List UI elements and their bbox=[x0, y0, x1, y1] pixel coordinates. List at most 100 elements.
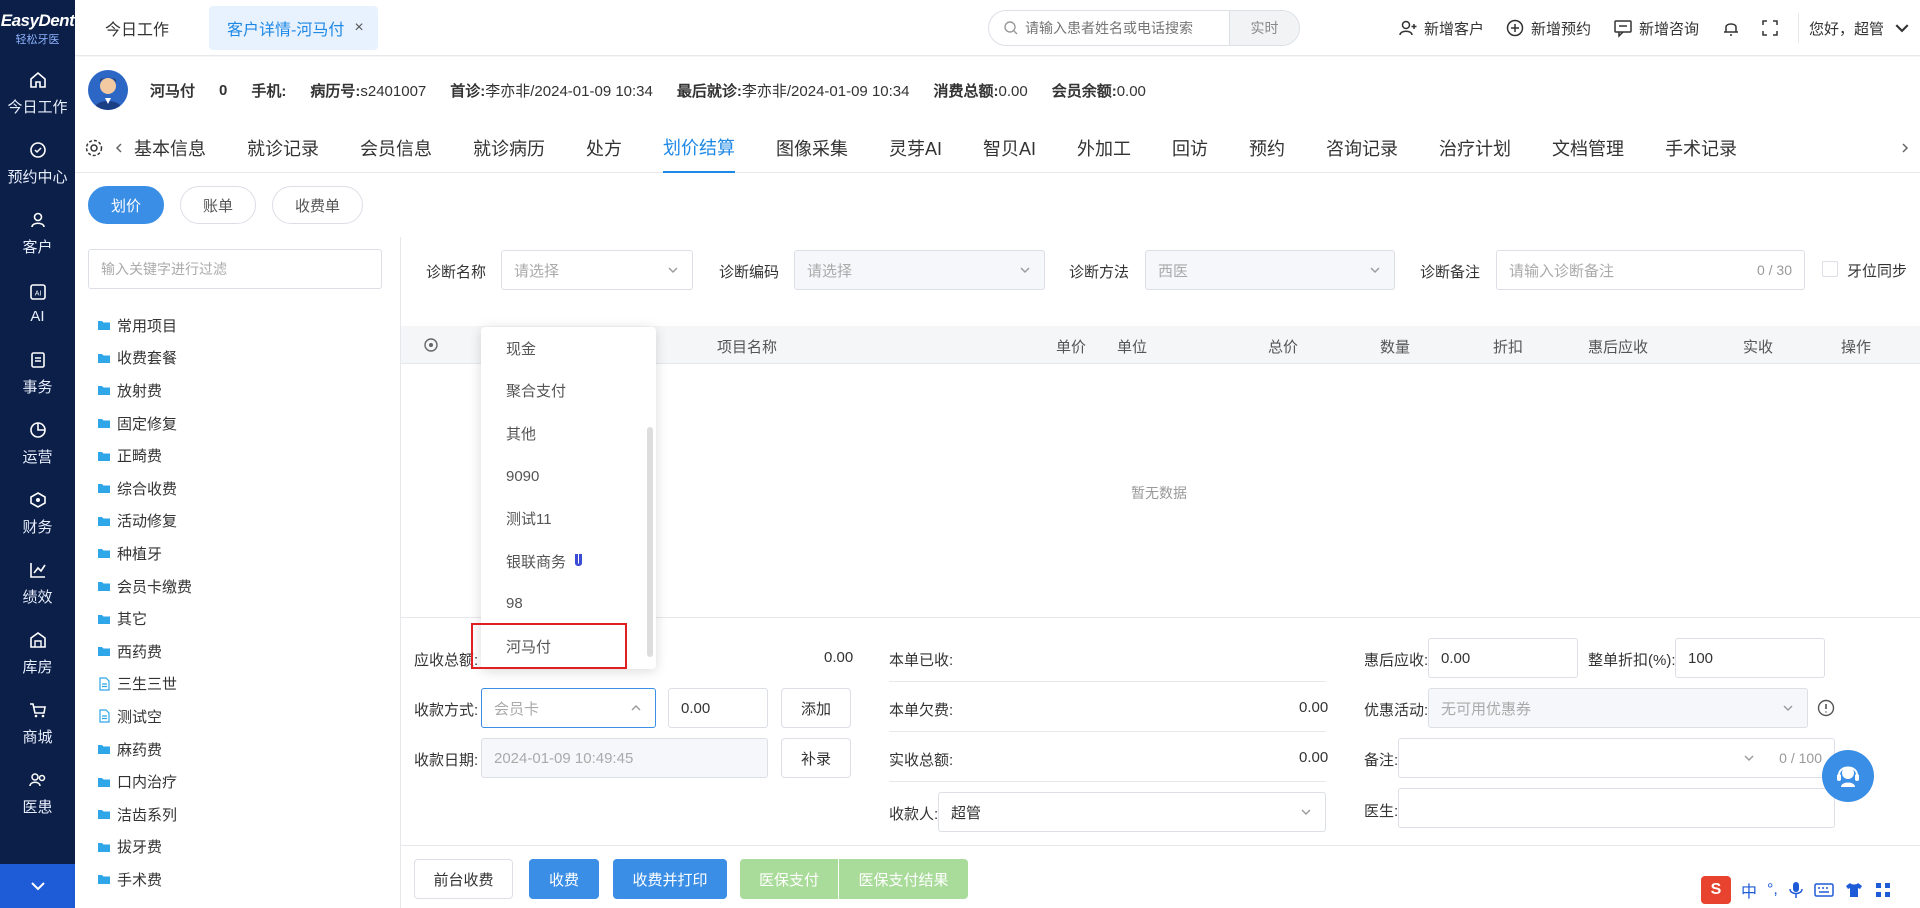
dropdown-option[interactable]: 聚合支付 bbox=[481, 370, 656, 413]
front-desk-charge-button[interactable]: 前台收费 bbox=[414, 859, 513, 899]
search-mode-button[interactable]: 实时 bbox=[1229, 11, 1299, 45]
nav-warehouse[interactable]: 库房 bbox=[0, 618, 75, 688]
diagnosis-remark-input[interactable]: 请输入诊断备注 0 / 30 bbox=[1496, 250, 1805, 290]
chevron-right-icon[interactable] bbox=[1898, 141, 1912, 155]
subtab-receipt[interactable]: 收费单 bbox=[272, 186, 364, 224]
module-tab[interactable]: 划价结算 bbox=[663, 123, 735, 173]
skin-icon[interactable] bbox=[1844, 881, 1864, 899]
module-tab[interactable]: 就诊记录 bbox=[247, 123, 319, 173]
nav-performance[interactable]: 绩效 bbox=[0, 548, 75, 618]
module-tab[interactable]: 回访 bbox=[1172, 123, 1208, 173]
gear-icon[interactable] bbox=[84, 138, 104, 158]
discount-input[interactable]: 100 bbox=[1675, 638, 1825, 678]
category-item[interactable]: 常用项目 bbox=[75, 309, 400, 342]
category-item[interactable]: 收费套餐 bbox=[75, 342, 400, 375]
category-item[interactable]: 放射费 bbox=[75, 374, 400, 407]
pay-amount-input[interactable]: 0.00 bbox=[668, 688, 768, 728]
tab-today-work[interactable]: 今日工作 bbox=[75, 0, 199, 56]
nav-doctor-patient[interactable]: 医患 bbox=[0, 758, 75, 828]
nav-operations[interactable]: 运营 bbox=[0, 408, 75, 478]
promo-select[interactable]: 无可用优惠券 bbox=[1428, 688, 1808, 728]
category-item[interactable]: 会员卡缴费 bbox=[75, 570, 400, 603]
category-item[interactable]: 测试空 bbox=[75, 700, 400, 733]
module-tab[interactable]: 处方 bbox=[586, 123, 622, 173]
category-item[interactable]: 其它 bbox=[75, 602, 400, 635]
ime-chinese-mode[interactable]: 中 bbox=[1741, 878, 1757, 902]
module-tab[interactable]: 灵芽AI bbox=[889, 123, 942, 173]
dropdown-option[interactable]: 其他 bbox=[481, 412, 656, 455]
microphone-icon[interactable] bbox=[1788, 881, 1804, 899]
new-consult-button[interactable]: 新增咨询 bbox=[1613, 0, 1699, 56]
diagnosis-code-select[interactable]: 请选择 bbox=[794, 250, 1045, 290]
category-item[interactable]: 西药费 bbox=[75, 635, 400, 668]
category-filter-input[interactable]: 输入关键字进行过滤 bbox=[88, 249, 382, 289]
add-payment-button[interactable]: 添加 bbox=[781, 688, 851, 728]
search-input[interactable] bbox=[1019, 20, 1229, 36]
nav-collapse-button[interactable] bbox=[0, 864, 75, 908]
keyboard-icon[interactable] bbox=[1814, 882, 1834, 898]
module-tab[interactable]: 图像采集 bbox=[776, 123, 848, 173]
category-item[interactable]: 口内治疗 bbox=[75, 765, 400, 798]
module-tab[interactable]: 智贝AI bbox=[983, 123, 1036, 173]
category-item[interactable]: 三生三世 bbox=[75, 668, 400, 701]
diagnosis-method-select[interactable]: 西医 bbox=[1145, 250, 1395, 290]
tooth-sync-checkbox[interactable] bbox=[1822, 261, 1838, 277]
dropdown-option[interactable]: 测试11 bbox=[481, 497, 656, 540]
module-tab[interactable]: 治疗计划 bbox=[1439, 123, 1511, 173]
nav-affairs[interactable]: 事务 bbox=[0, 338, 75, 408]
dropdown-option[interactable]: 银联商务 bbox=[481, 540, 656, 583]
module-tab[interactable]: 预约 bbox=[1249, 123, 1285, 173]
module-tab[interactable]: 外加工 bbox=[1077, 123, 1131, 173]
diagnosis-name-select[interactable]: 请选择 bbox=[501, 250, 693, 290]
nav-customer[interactable]: 客户 bbox=[0, 198, 75, 268]
insurance-pay-button[interactable]: 医保支付 bbox=[740, 859, 838, 899]
new-customer-button[interactable]: 新增客户 bbox=[1398, 0, 1484, 56]
module-tab[interactable]: 会员信息 bbox=[360, 123, 432, 173]
dropdown-scrollbar[interactable] bbox=[647, 427, 653, 657]
new-appointment-button[interactable]: 新增预约 bbox=[1505, 0, 1591, 56]
close-icon[interactable]: × bbox=[354, 19, 363, 37]
remark-input[interactable]: 0 / 100 bbox=[1398, 738, 1835, 778]
info-icon[interactable] bbox=[1817, 699, 1835, 717]
category-item[interactable]: 固定修复 bbox=[75, 407, 400, 440]
cashier-select[interactable]: 超管 bbox=[938, 792, 1326, 832]
module-tab[interactable]: 文档管理 bbox=[1552, 123, 1624, 173]
category-item[interactable]: 正畸费 bbox=[75, 439, 400, 472]
dropdown-option[interactable]: 9090 bbox=[481, 455, 656, 498]
nav-appointment-center[interactable]: 预约中心 bbox=[0, 128, 75, 198]
charge-print-button[interactable]: 收费并打印 bbox=[613, 859, 727, 899]
fullscreen-button[interactable] bbox=[1760, 0, 1786, 56]
tab-customer-detail[interactable]: 客户详情-河马付 × bbox=[209, 5, 378, 50]
subtab-bill[interactable]: 账单 bbox=[180, 186, 257, 224]
nav-mall[interactable]: 商城 bbox=[0, 688, 75, 758]
chevron-left-icon[interactable] bbox=[112, 141, 126, 155]
grid-menu-icon[interactable] bbox=[1874, 881, 1892, 899]
nav-ai[interactable]: AI AI bbox=[0, 268, 75, 338]
pay-method-select[interactable]: 会员卡 bbox=[481, 688, 656, 728]
ime-logo-icon[interactable]: S bbox=[1701, 876, 1731, 904]
category-item[interactable]: 种植牙 bbox=[75, 537, 400, 570]
doctor-input[interactable] bbox=[1398, 788, 1835, 828]
module-tab[interactable]: 基本信息 bbox=[134, 123, 206, 173]
chat-support-button[interactable] bbox=[1822, 750, 1874, 802]
module-tab[interactable]: 手术记录 bbox=[1665, 123, 1737, 173]
target-icon[interactable] bbox=[423, 337, 439, 353]
category-item[interactable]: 手术费 bbox=[75, 863, 400, 896]
module-tab[interactable]: 咨询记录 bbox=[1326, 123, 1398, 173]
user-menu[interactable]: 您好，超管 bbox=[1798, 13, 1918, 43]
dropdown-option[interactable]: 98 bbox=[481, 583, 656, 626]
nav-finance[interactable]: 财务 bbox=[0, 478, 75, 548]
dropdown-option[interactable]: 现金 bbox=[481, 327, 656, 370]
ime-punctuation[interactable]: °, bbox=[1767, 881, 1778, 899]
category-item[interactable]: 活动修复 bbox=[75, 505, 400, 538]
insurance-result-button[interactable]: 医保支付结果 bbox=[839, 859, 968, 899]
after-discount-input[interactable]: 0.00 bbox=[1428, 638, 1578, 678]
backfill-button[interactable]: 补录 bbox=[781, 738, 851, 778]
nav-today-work[interactable]: 今日工作 bbox=[0, 58, 75, 128]
category-item[interactable]: 拔牙费 bbox=[75, 831, 400, 864]
pay-date-input[interactable]: 2024-01-09 10:49:45 bbox=[481, 738, 768, 778]
module-tab[interactable]: 就诊病历 bbox=[473, 123, 545, 173]
category-item[interactable]: 综合收费 bbox=[75, 472, 400, 505]
category-item[interactable]: 洁齿系列 bbox=[75, 798, 400, 831]
category-item[interactable]: 麻药费 bbox=[75, 733, 400, 766]
